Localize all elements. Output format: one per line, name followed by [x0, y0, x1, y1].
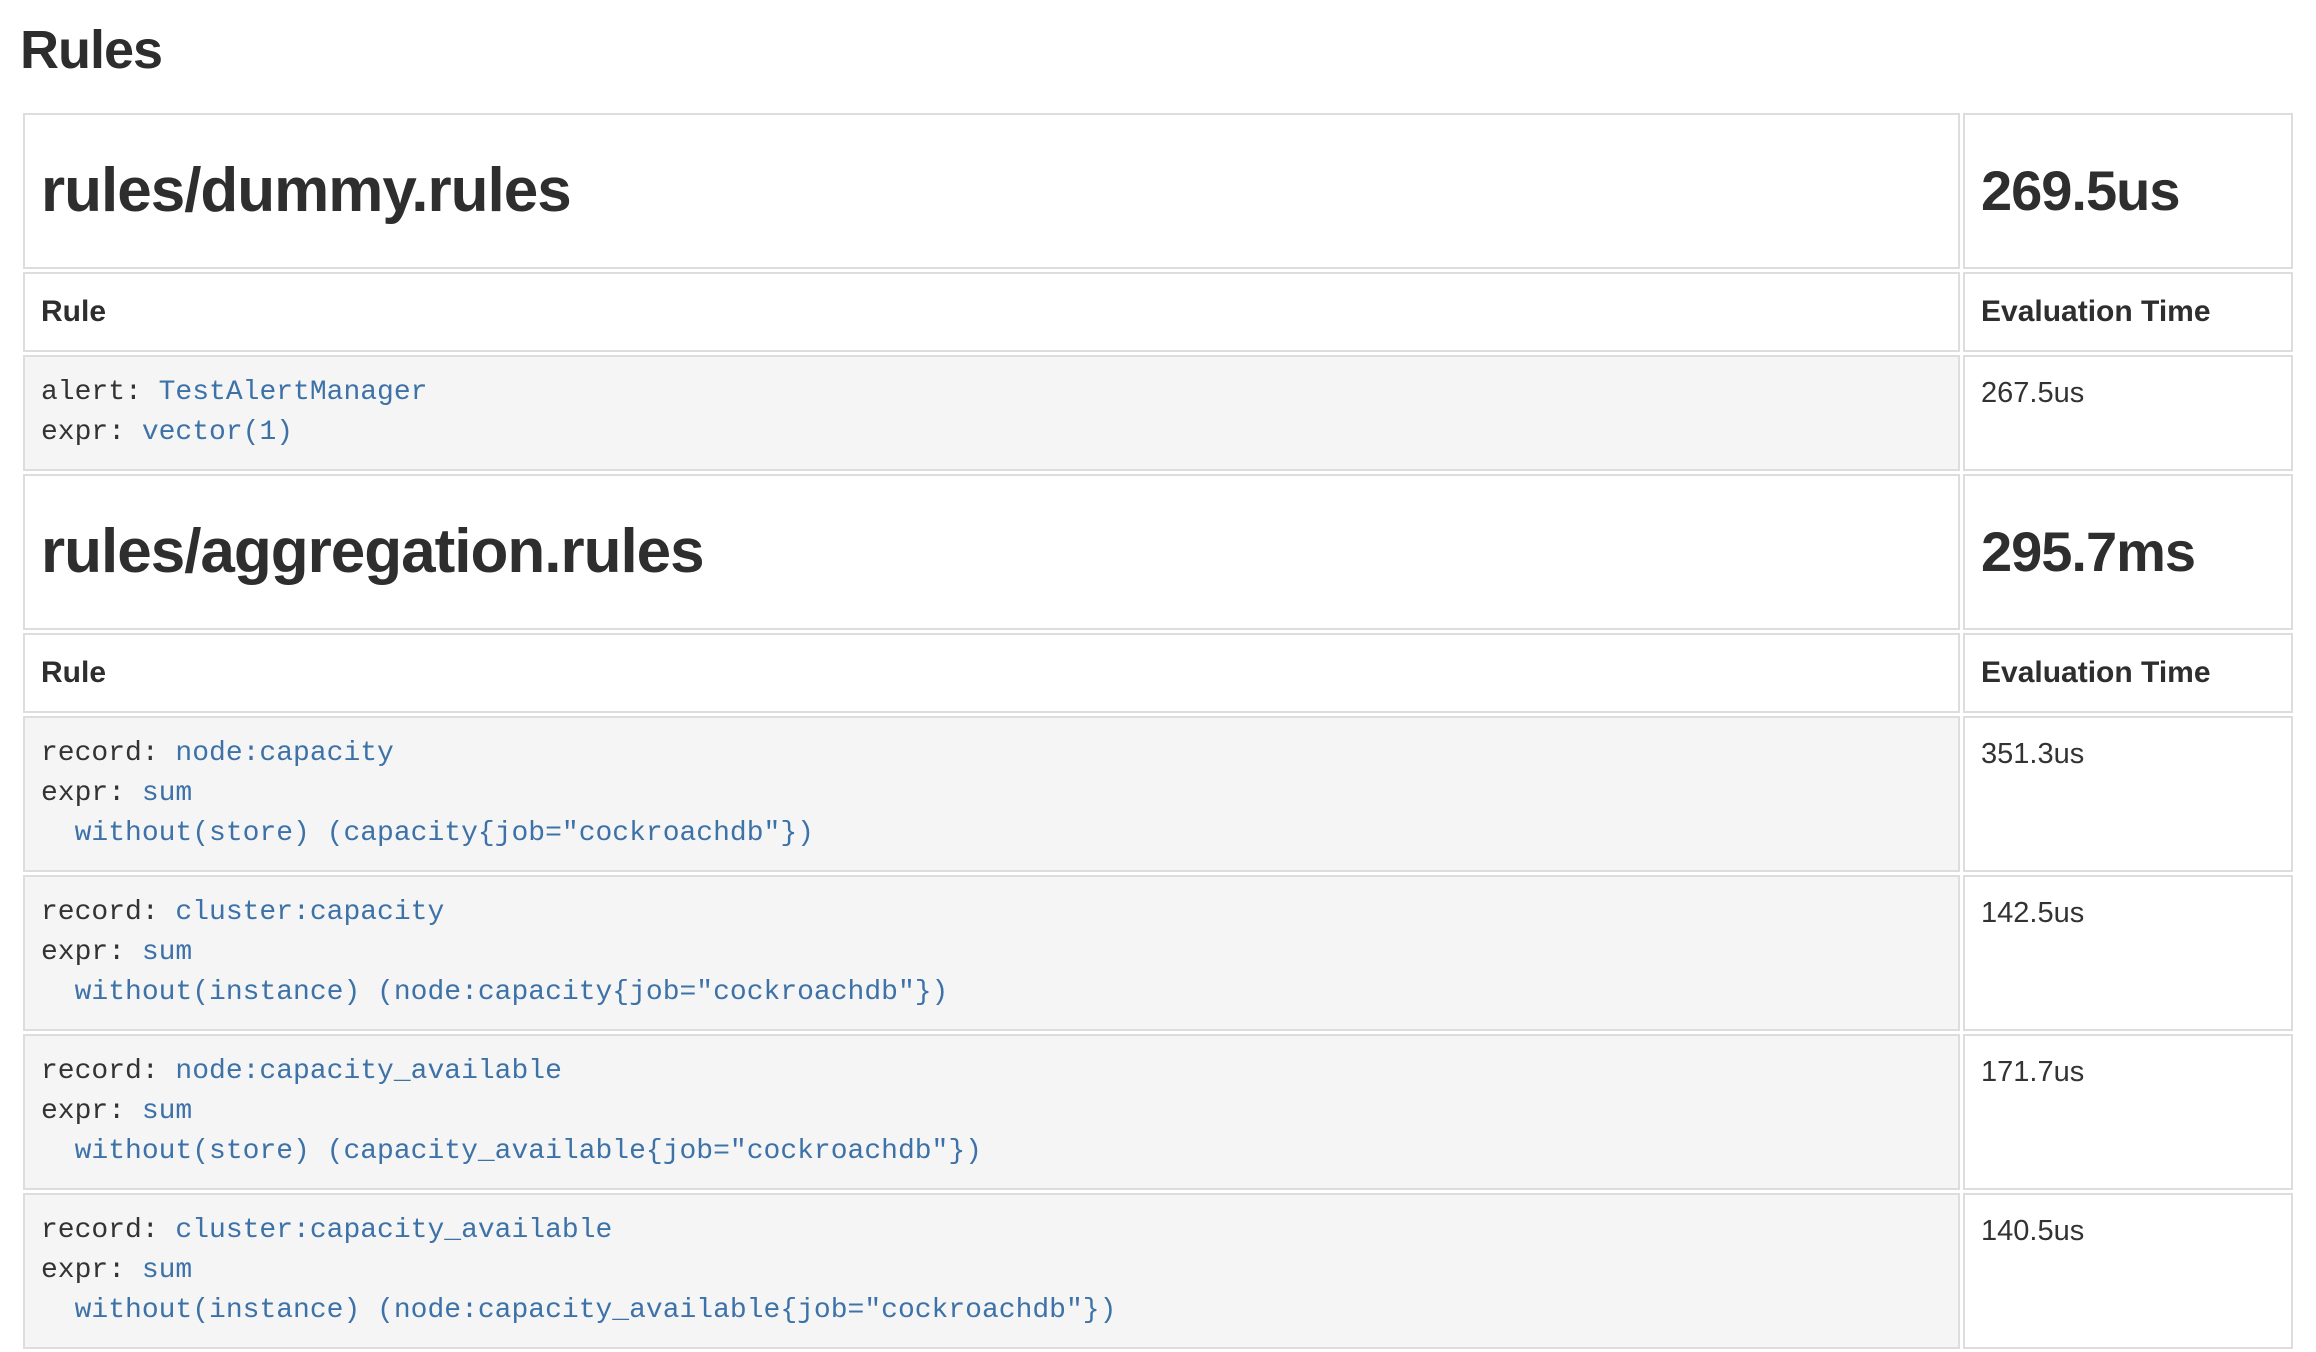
rule-group-eval-time-cell: 295.7ms: [1963, 474, 2293, 630]
rule-code: record: node:capacity expr: sum without(…: [41, 734, 1942, 854]
rule-column-header: Rule: [23, 272, 1960, 352]
rules-table: rules/dummy.rules269.5usRuleEvaluation T…: [20, 110, 2296, 1352]
page-container: Rules rules/dummy.rules269.5usRuleEvalua…: [0, 20, 2316, 1352]
rule-field-label: expr:: [41, 1255, 142, 1286]
rule-row: record: node:capacity expr: sum without(…: [23, 716, 2293, 872]
rule-expr-link[interactable]: sum without(instance) (node:capacity_ava…: [41, 1255, 1116, 1326]
rule-definition-cell: record: node:capacity expr: sum without(…: [23, 716, 1960, 872]
rule-field-label: expr:: [41, 1096, 142, 1127]
rule-field-label: expr:: [41, 778, 142, 809]
rule-expr-link[interactable]: sum without(store) (capacity_available{j…: [41, 1096, 982, 1167]
rule-field-label: record:: [41, 897, 175, 928]
rule-eval-time: 351.3us: [1963, 716, 2293, 872]
rule-field-label: expr:: [41, 937, 142, 968]
rule-group-file: rules/aggregation.rules: [41, 518, 1942, 586]
rule-code: alert: TestAlertManager expr: vector(1): [41, 373, 1942, 453]
column-header-row: RuleEvaluation Time: [23, 272, 2293, 352]
rule-eval-time: 142.5us: [1963, 875, 2293, 1031]
rule-field-label: expr:: [41, 417, 142, 448]
rule-code: record: cluster:capacity expr: sum witho…: [41, 893, 1942, 1013]
rule-row: record: cluster:capacity expr: sum witho…: [23, 875, 2293, 1031]
rule-group-file-cell: rules/dummy.rules: [23, 113, 1960, 269]
rule-eval-time: 267.5us: [1963, 355, 2293, 471]
rule-field-label: alert:: [41, 377, 159, 408]
column-header-row: RuleEvaluation Time: [23, 633, 2293, 713]
rule-row: record: cluster:capacity_available expr:…: [23, 1193, 2293, 1349]
rule-column-header: Rule: [23, 633, 1960, 713]
rule-expr-link[interactable]: sum without(instance) (node:capacity{job…: [41, 937, 948, 1008]
rule-code: record: node:capacity_available expr: su…: [41, 1052, 1942, 1172]
rule-field-label: record:: [41, 738, 175, 769]
rule-row: alert: TestAlertManager expr: vector(1) 2…: [23, 355, 2293, 471]
rule-group-eval-time: 269.5us: [1981, 157, 2275, 225]
rule-definition-cell: record: cluster:capacity expr: sum witho…: [23, 875, 1960, 1031]
rule-group-eval-time-cell: 269.5us: [1963, 113, 2293, 269]
rule-eval-time: 171.7us: [1963, 1034, 2293, 1190]
rule-group-header-row: rules/dummy.rules 269.5us: [23, 113, 2293, 269]
rule-name-link[interactable]: node:capacity: [175, 738, 393, 769]
rule-name-link[interactable]: cluster:capacity_available: [175, 1215, 612, 1246]
rule-expr-link[interactable]: vector(1): [142, 417, 293, 448]
rule-row: record: node:capacity_available expr: su…: [23, 1034, 2293, 1190]
rule-code: record: cluster:capacity_available expr:…: [41, 1211, 1942, 1331]
rule-name-link[interactable]: node:capacity_available: [175, 1056, 561, 1087]
rule-name-link[interactable]: TestAlertManager: [159, 377, 428, 408]
rule-definition-cell: record: node:capacity_available expr: su…: [23, 1034, 1960, 1190]
rule-expr-link[interactable]: sum without(store) (capacity{job="cockro…: [41, 778, 814, 849]
rule-field-label: record:: [41, 1056, 175, 1087]
rule-group-eval-time: 295.7ms: [1981, 518, 2275, 586]
page-title: Rules: [20, 20, 2296, 80]
rules-table-body: rules/dummy.rules269.5usRuleEvaluation T…: [23, 113, 2293, 1349]
evaluation-time-column-header: Evaluation Time: [1963, 272, 2293, 352]
rule-field-label: record:: [41, 1215, 175, 1246]
rule-group-file: rules/dummy.rules: [41, 157, 1942, 225]
evaluation-time-column-header: Evaluation Time: [1963, 633, 2293, 713]
rule-eval-time: 140.5us: [1963, 1193, 2293, 1349]
rule-group-header-row: rules/aggregation.rules 295.7ms: [23, 474, 2293, 630]
rule-definition-cell: record: cluster:capacity_available expr:…: [23, 1193, 1960, 1349]
rule-name-link[interactable]: cluster:capacity: [175, 897, 444, 928]
rule-definition-cell: alert: TestAlertManager expr: vector(1): [23, 355, 1960, 471]
rule-group-file-cell: rules/aggregation.rules: [23, 474, 1960, 630]
